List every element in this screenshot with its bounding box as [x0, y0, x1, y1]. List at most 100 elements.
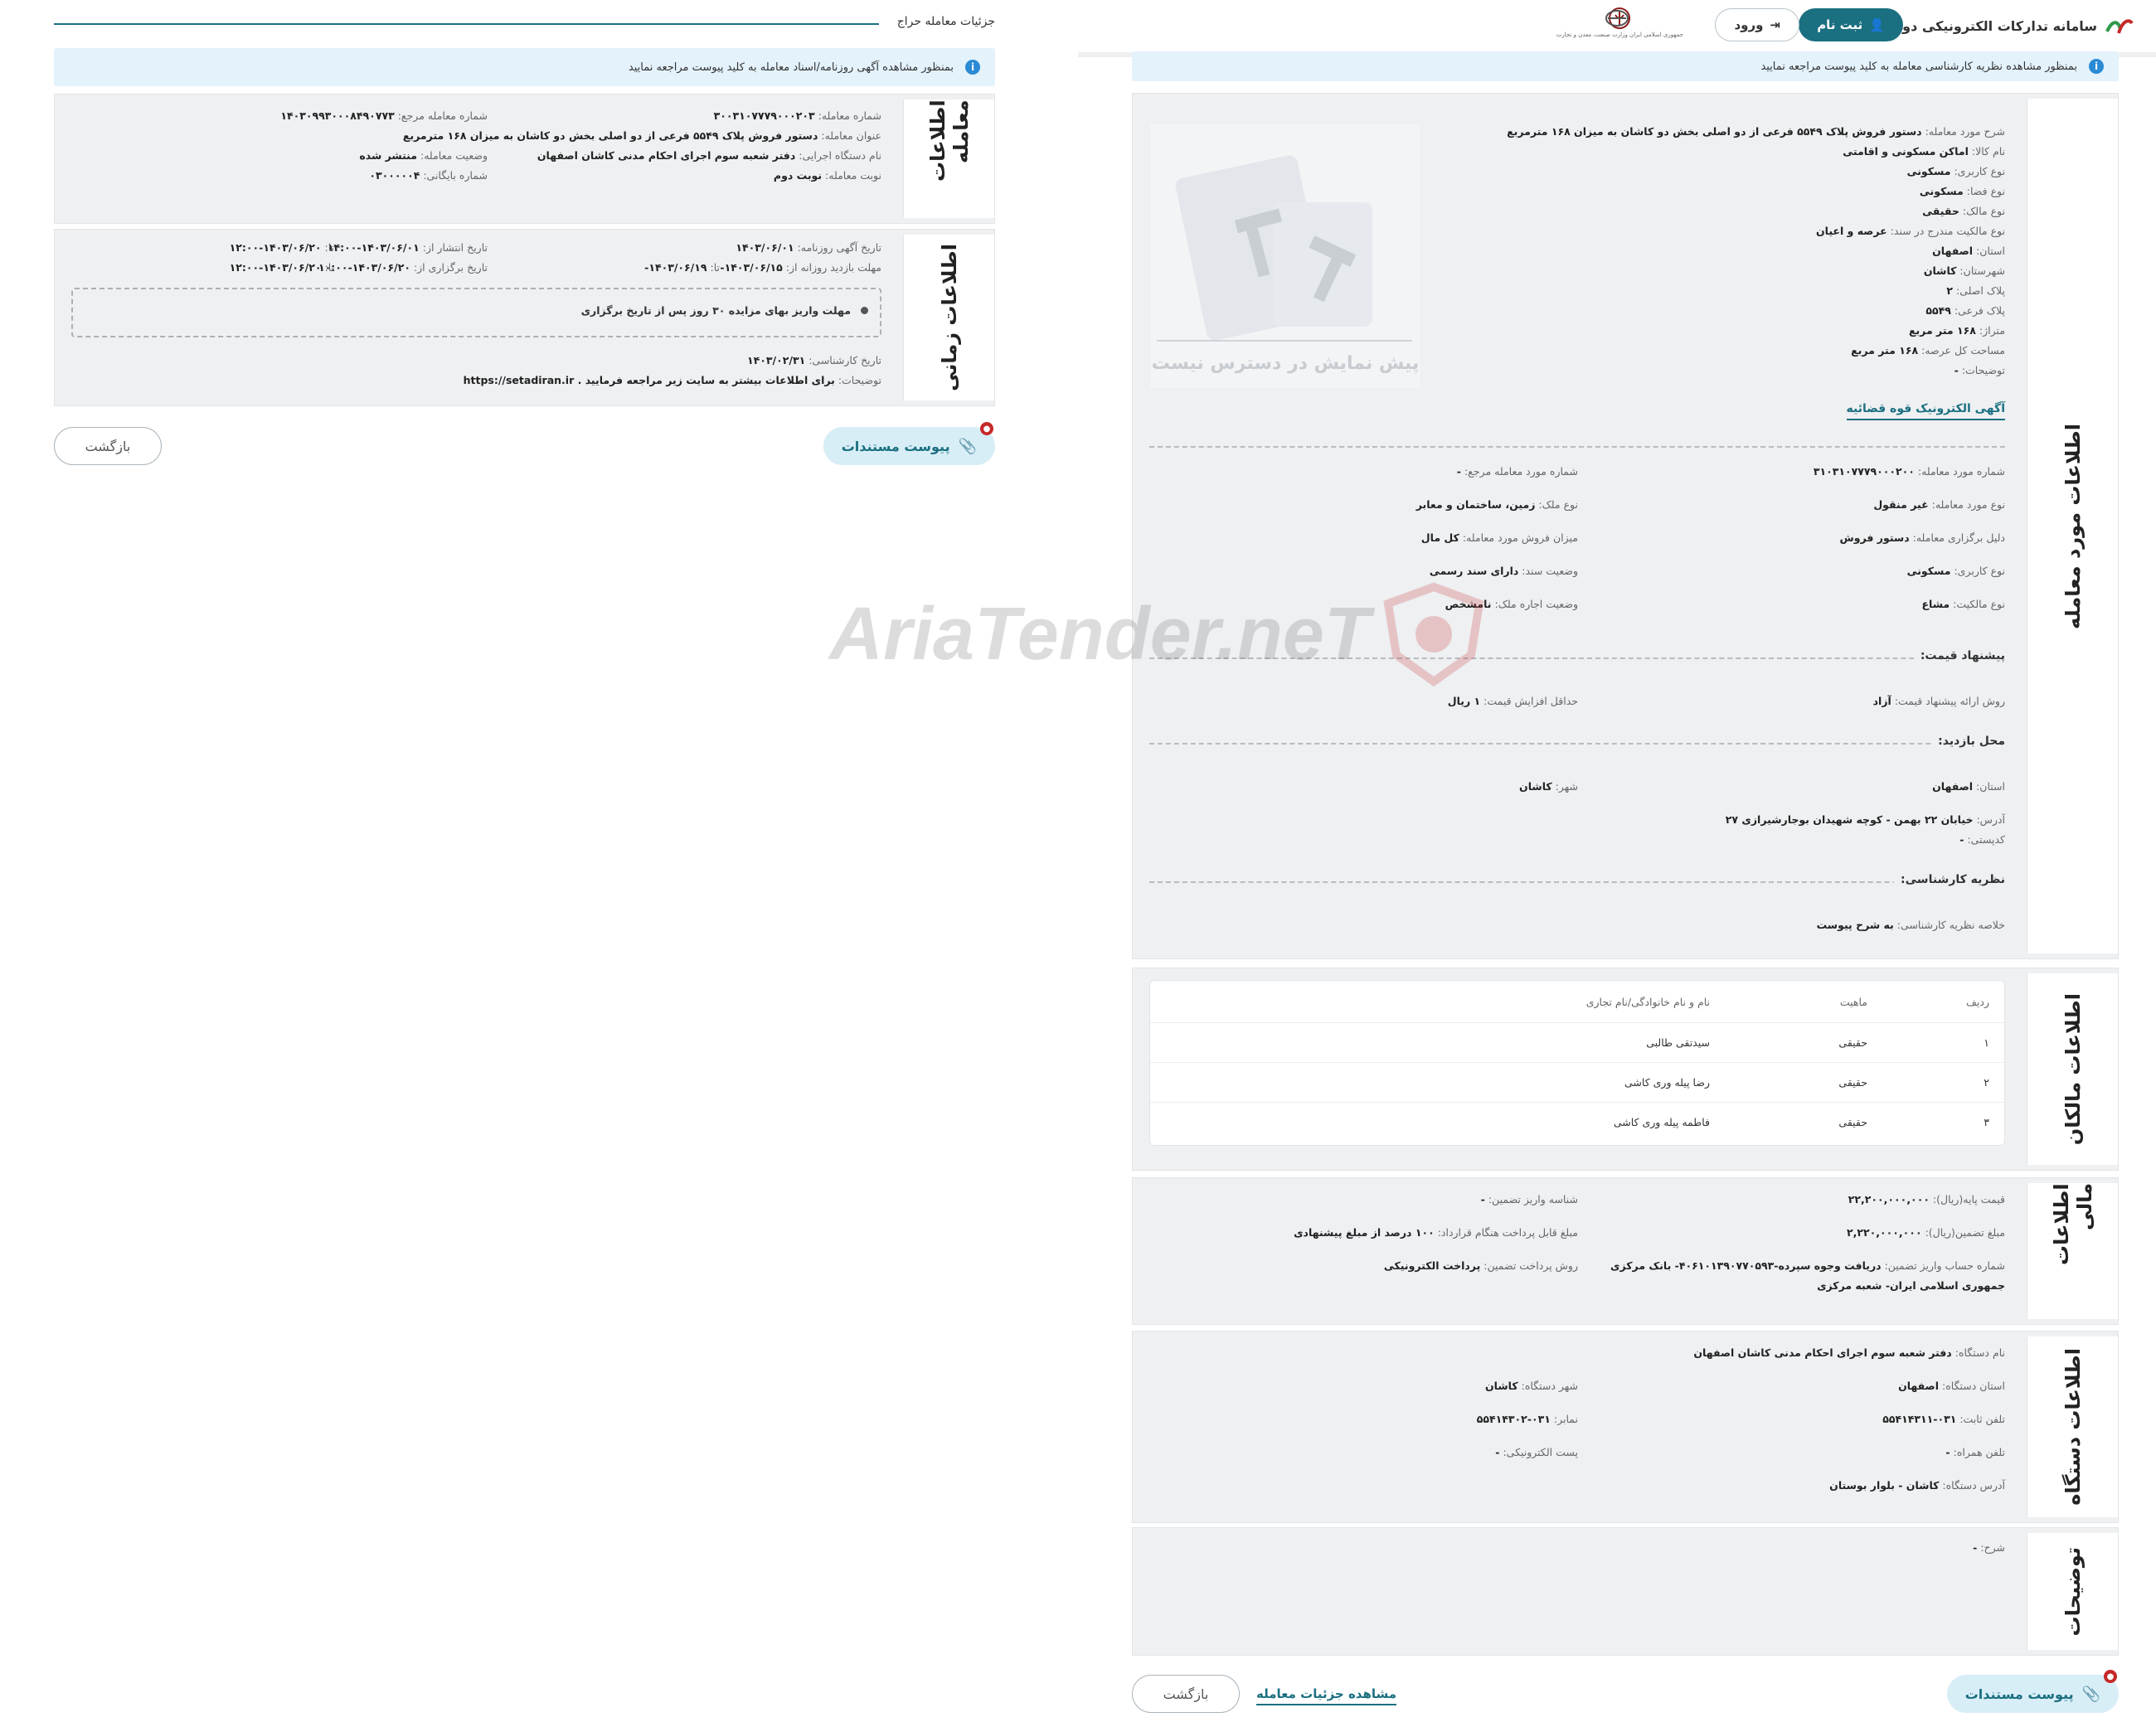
- sale-amount: کل مال: [1420, 531, 1459, 544]
- info-icon: i: [2089, 59, 2104, 74]
- turn-label: نوبت معامله:: [825, 169, 881, 182]
- sale-amount-label: میزان فروش مورد معامله:: [1462, 531, 1578, 544]
- item-type: غیر منقول: [1873, 498, 1929, 511]
- paperclip-icon: 📎: [958, 437, 977, 455]
- visit-city: کاشان: [1519, 780, 1552, 793]
- add-user-icon: 👤: [1869, 17, 1885, 32]
- visit-to: ۱۴۰۳/۰۶/۱۹-: [644, 261, 707, 274]
- view-deal-details-link[interactable]: مشاهده جزئیات معامله: [1256, 1686, 1397, 1705]
- deposit-id: -: [1480, 1193, 1485, 1206]
- attachment-count-badge: ●: [980, 422, 993, 435]
- subject: دستور فروش پلاک ۵۵۴۹ فرعی از دو اصلی بخش…: [402, 129, 818, 142]
- base-price-label: قیمت پایه(ریال):: [1932, 1193, 2005, 1206]
- archive: ۰۳۰۰۰۰۰۴: [369, 169, 420, 182]
- org-address: کاشان - بلوار بوستان: [1829, 1479, 1940, 1492]
- item-line: توضیحات: -: [1954, 364, 2005, 376]
- usage-label: نوع کاربری:: [1954, 565, 2005, 577]
- login-button[interactable]: ⇥ ورود: [1715, 8, 1799, 41]
- attachment-count-badge: ●: [2104, 1670, 2117, 1683]
- table-cell: حقیقی: [1838, 1116, 1867, 1128]
- brand[interactable]: سامانه تدارکات الکترونیکی دولت: [1883, 12, 2135, 40]
- court-notice-link[interactable]: آگهی الکترونیک قوه قضائیه: [1846, 402, 2005, 420]
- publish-to: ۱۴۰۳/۰۶/۲۰-۱۲:۰۰: [229, 241, 322, 254]
- deal-number-label: شماره معامله:: [818, 109, 881, 122]
- auction-details-panel: جزئیات معامله حراج i بمنظور مشاهده آگهی …: [0, 0, 1032, 1727]
- org-province: اصفهان: [1898, 1380, 1940, 1392]
- account: دریافت وجوه سپرده-۴۰۶۱۰۱۳۹۰۷۷۰۵۹۳- بانک …: [1610, 1259, 1882, 1272]
- usage: مسکونی: [1906, 565, 1951, 577]
- watermark-text: AriaTender.neT: [829, 592, 1370, 676]
- lease-label: وضعیت اجاره ملک:: [1494, 598, 1578, 610]
- org-tel: ۰۳۱-۵۵۴۱۴۳۱۱: [1882, 1413, 1957, 1425]
- item-details-panel: سامانه تدارکات الکترونیکی دولت 👤 ثبت نام…: [1078, 0, 2156, 1727]
- notes-desc-label: شرح:: [1980, 1541, 2005, 1554]
- desc-label: توضیحات:: [838, 374, 881, 386]
- org-section: اطلاعات دستگاه نام دستگاه: دفتر شعبه سوم…: [1132, 1331, 2119, 1523]
- back-label: بازگشت: [85, 438, 131, 454]
- org-fax: ۰۳۱-۵۵۴۱۴۳۰۲: [1476, 1413, 1551, 1425]
- info-icon: i: [965, 60, 980, 75]
- deal-number: ۳۰۰۳۱۰۷۷۷۹۰۰۰۲۰۳: [713, 109, 815, 122]
- top-header: سامانه تدارکات الکترونیکی دولت 👤 ثبت نام…: [1078, 7, 2156, 57]
- item-number-label: شماره مورد معامله:: [1917, 465, 2005, 478]
- back-button[interactable]: بازگشت: [1132, 1675, 1240, 1713]
- table-cell: سیدتقی طالبی: [1646, 1036, 1710, 1049]
- paperclip-icon: 📎: [2081, 1685, 2100, 1703]
- base-price: ۲۲,۲۰۰,۰۰۰,۰۰۰: [1848, 1193, 1930, 1206]
- item-line: شهرستان: کاشان: [1924, 264, 2005, 277]
- item-line-label: شهرستان:: [1959, 264, 2005, 277]
- item-line: نوع کاربری: مسکونی: [1907, 165, 2005, 177]
- price-heading: پیشنهاد قیمت:: [1913, 649, 2005, 662]
- item-line-label: نام کالا:: [1971, 145, 2005, 158]
- table-row: ۲ حقیقی رضا پیله وری کاشی: [1150, 1062, 2004, 1102]
- expert-heading: نظریه کارشناسی:: [1894, 873, 2005, 886]
- attachments-label: پیوست مستندات: [841, 438, 950, 454]
- org-fax-label: نمابر:: [1553, 1413, 1578, 1425]
- account-label: شماره حساب واریز تضمین:: [1884, 1259, 2005, 1272]
- visit-heading: محل بازدید:: [1931, 735, 2005, 748]
- item-line: نوع مالکیت مندرج در سند: عرصه و اعیان: [1816, 225, 2005, 237]
- item-line-label: پلاک اصلی:: [1956, 284, 2005, 297]
- login-icon: ⇥: [1770, 17, 1780, 32]
- item-number: ۳۱۰۳۱۰۷۷۷۹۰۰۰۲۰۰: [1813, 465, 1915, 478]
- subject-label: عنوان معامله:: [821, 129, 881, 142]
- attachments-button[interactable]: ● 📎 پیوست مستندات: [1946, 1670, 2119, 1713]
- table-cell: فاطمه پیله وری کاشی: [1613, 1116, 1710, 1128]
- org-address-label: آدرس دستگاه:: [1942, 1479, 2005, 1492]
- payment-note: مهلت واریز بهای مزایده ۳۰ روز پس از تاری…: [580, 304, 851, 317]
- min-inc: ۱ ریال: [1447, 695, 1481, 707]
- desc: برای اطلاعات بیشتر به سایت زیر مراجعه فر…: [463, 374, 835, 386]
- back-label: بازگشت: [1163, 1686, 1209, 1702]
- back-button[interactable]: بازگشت: [54, 427, 162, 465]
- status: منتشر شده: [359, 149, 418, 162]
- archive-label: شماره بایگانی:: [423, 169, 488, 182]
- publish-label: تاریخ انتشار از:: [422, 241, 488, 254]
- org-label: نام دستگاه اجرایی:: [799, 149, 881, 162]
- gavel-placeholder-icon: [1157, 155, 1412, 342]
- ref-item-label: شماره مورد معامله مرجع:: [1464, 465, 1578, 478]
- news-date: ۱۴۰۳/۰۶/۰۱: [736, 241, 794, 254]
- item-line-label: نوع کاربری:: [1954, 165, 2005, 177]
- item-line: نوع مالک: حقیقی: [1922, 205, 2005, 217]
- item-line-label: نوع مالکیت مندرج در سند:: [1890, 225, 2005, 237]
- org-city-label: شهر دستگاه:: [1521, 1380, 1578, 1392]
- table-row: ۳ حقیقی فاطمه پیله وری کاشی: [1150, 1102, 2004, 1142]
- expert-summary: به شرح پیوست: [1816, 919, 1894, 931]
- postal: -: [1959, 833, 1964, 846]
- guarantee: ۲,۲۲۰,۰۰۰,۰۰۰: [1847, 1226, 1922, 1239]
- item-line-value: عرصه و اعیان: [1815, 225, 1887, 237]
- expert-date-label: تاریخ کارشناسی:: [808, 354, 881, 366]
- ref-number: ۱۴۰۳۰۹۹۳۰۰۰۸۴۹۰۷۷۳: [280, 109, 395, 122]
- info-notice-text: بمنظور مشاهده نظریه کارشناسی معامله به ک…: [1760, 60, 2077, 73]
- register-button[interactable]: 👤 ثبت نام: [1799, 8, 1903, 41]
- item-line: نوع فضا: مسکونی: [1920, 185, 2005, 197]
- preview-caption: پیش نمایش در دسترس نیست: [1151, 353, 1420, 374]
- guarantee-label: مبلغ تضمین(ریال):: [1925, 1226, 2005, 1239]
- finance-section: اطلاعات مالی قیمت پایه(ریال): ۲۲,۲۰۰,۰۰۰…: [1132, 1177, 2119, 1325]
- address: خیابان ۲۲ بهمن - کوچه شهیدان بوجارشیرازی…: [1725, 813, 1974, 826]
- divider: [1149, 743, 2005, 745]
- item-line: متراژ: ۱۶۸ متر مربع: [1909, 324, 2005, 337]
- attachments-button[interactable]: ● 📎 پیوست مستندات: [823, 422, 995, 465]
- hold-to: ۱۴۰۳/۰۶/۲۰-۱۲:۰۰: [229, 261, 322, 274]
- org-province-label: استان دستگاه:: [1942, 1380, 2005, 1392]
